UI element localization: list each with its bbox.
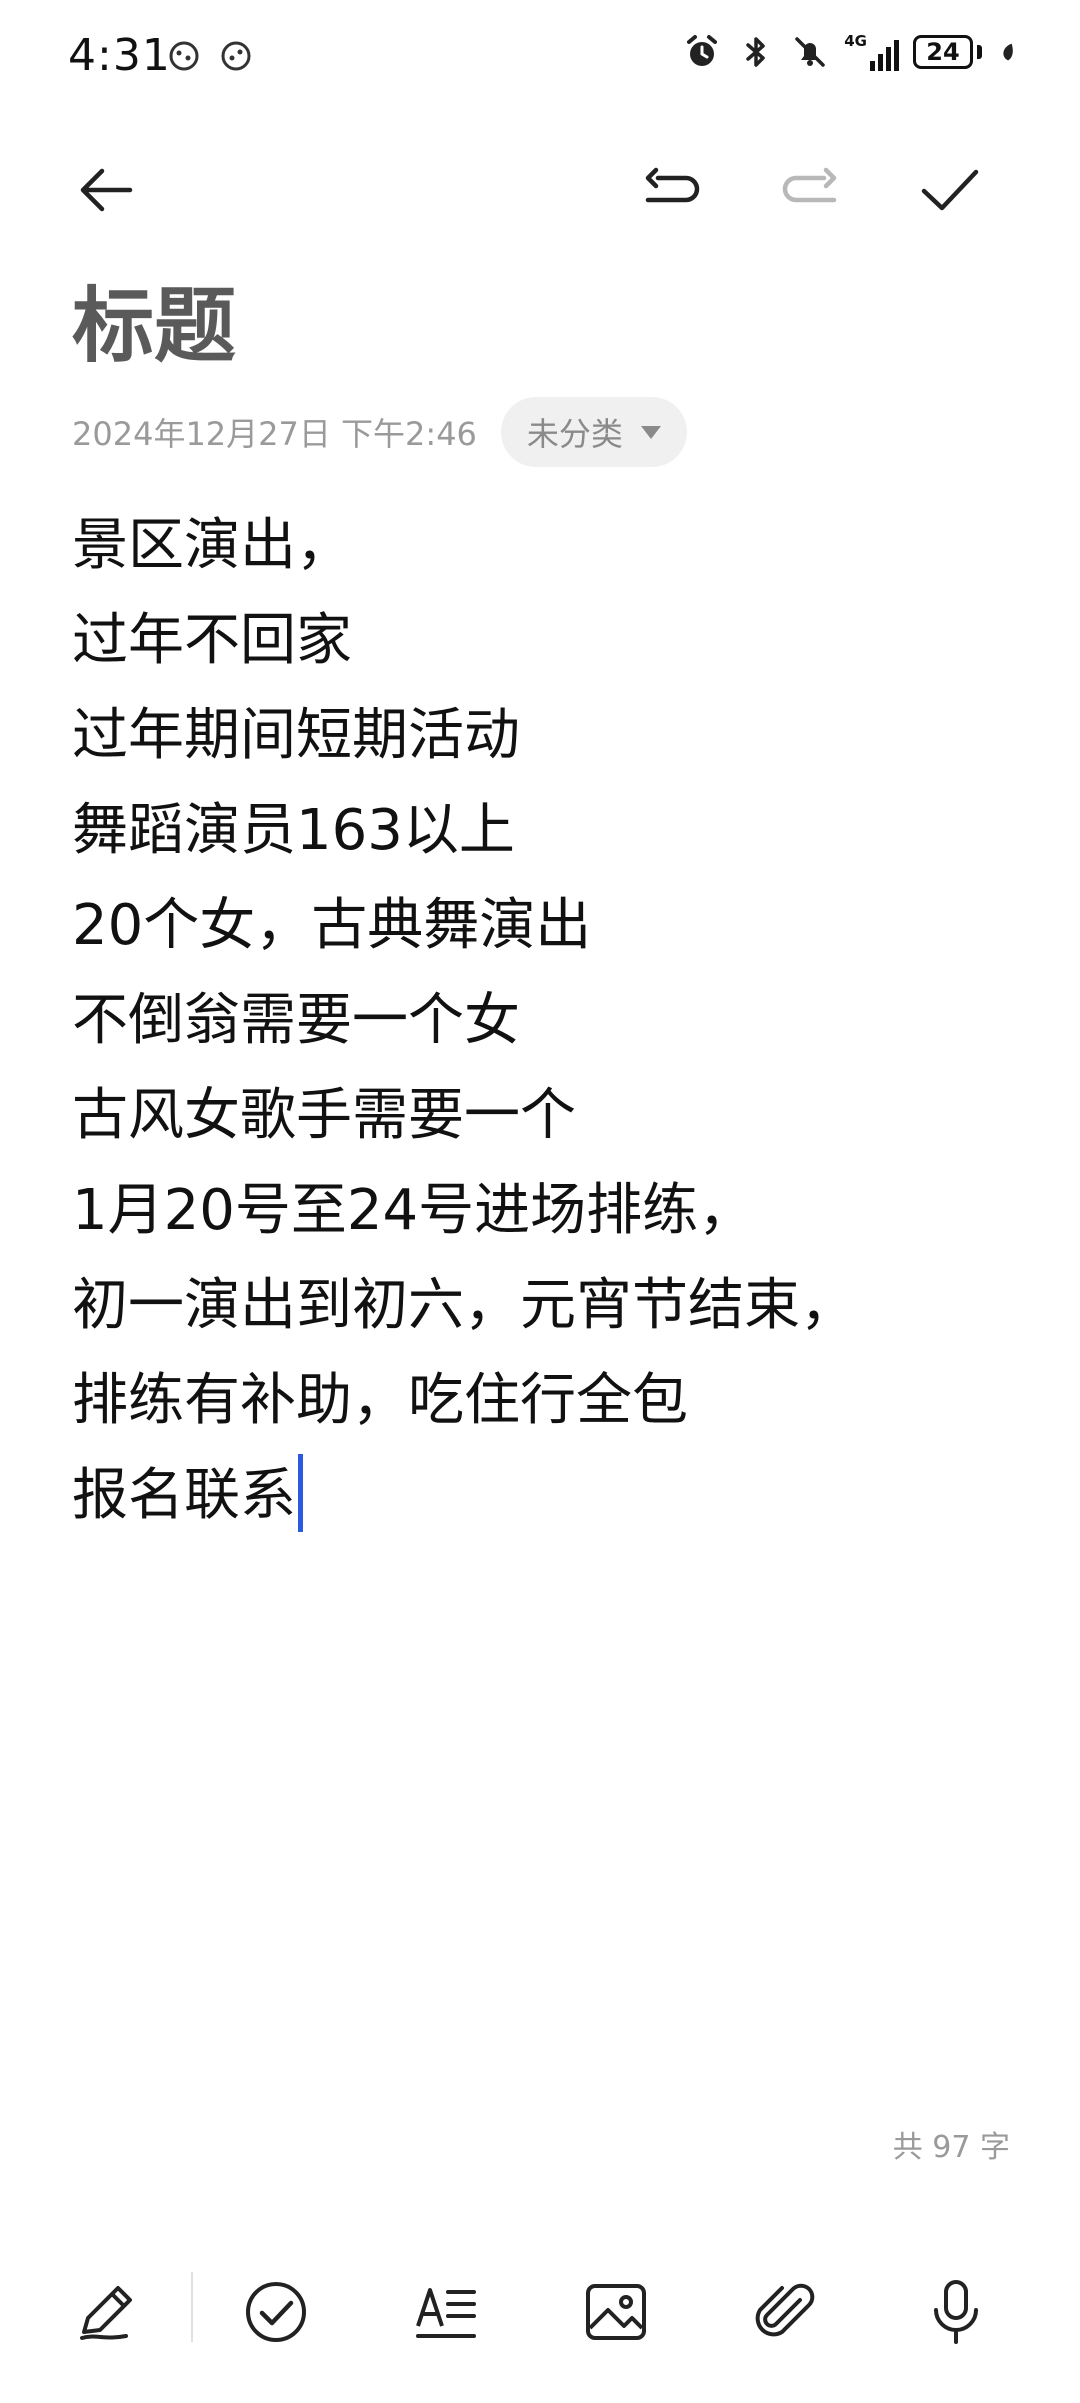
insert-image-button[interactable] — [566, 2262, 666, 2362]
checklist-icon — [246, 2282, 306, 2342]
redo-button[interactable] — [770, 150, 850, 230]
undo-button[interactable] — [632, 150, 712, 230]
signal-bar — [878, 54, 883, 71]
status-notification-icons — [164, 36, 256, 76]
redo-icon — [782, 167, 837, 203]
note-line: 景区演出， — [72, 513, 352, 578]
app-notification-icon — [221, 41, 251, 71]
attachment-icon — [755, 2283, 815, 2337]
handwriting-button[interactable] — [56, 2262, 156, 2362]
back-button[interactable] — [66, 150, 146, 230]
note-line-text: 报名联系 — [72, 1463, 296, 1528]
note-line: 20个女，古典舞演出 — [72, 893, 592, 958]
text-format-button[interactable] — [396, 2262, 496, 2362]
status-right-icons: 4G 24 — [682, 32, 1020, 72]
editor-action-bar — [0, 150, 1080, 240]
bluetooth-icon — [746, 37, 765, 67]
category-dropdown[interactable]: 未分类 — [500, 397, 687, 467]
category-label: 未分类 — [526, 415, 623, 453]
caret-down-icon — [640, 425, 661, 439]
battery-tip — [977, 45, 982, 59]
bottom-toolbar — [0, 2262, 1080, 2362]
signal-bar — [870, 61, 875, 71]
text-cursor — [298, 1453, 303, 1532]
app-notification-icon — [169, 41, 199, 71]
note-line: 舞蹈演员163以上 — [72, 798, 515, 863]
attachment-button[interactable] — [736, 2262, 836, 2362]
pen-icon — [80, 2286, 132, 2340]
cellular-signal: 4G — [844, 33, 899, 71]
microphone-icon — [934, 2280, 978, 2344]
checkmark-icon — [921, 169, 979, 211]
note-line: 过年期间短期活动 — [72, 703, 520, 768]
battery-indicator: 24 — [913, 35, 982, 69]
note-line-last: 报名联系 — [72, 1448, 1032, 1543]
status-bar: 4:31 4G 24 — [0, 0, 1080, 110]
undo-icon — [645, 167, 700, 203]
battery-level: 24 — [913, 35, 973, 69]
text-format-icon — [416, 2288, 476, 2338]
notes-editor-screen: 4:31 4G 24 标题 2024年12月27日 下午2:46 未分类 景区演… — [0, 0, 1080, 2403]
status-time: 4:31 — [68, 30, 171, 81]
note-meta-row: 2024年12月27日 下午2:46 未分类 — [72, 396, 687, 468]
checklist-button[interactable] — [226, 2262, 326, 2362]
note-line: 初一演出到初六，元宵节结束， — [72, 1273, 856, 1338]
signal-bar — [886, 47, 891, 71]
note-line: 1月20号至24号进场排练， — [72, 1178, 755, 1243]
note-line: 古风女歌手需要一个 — [72, 1083, 576, 1148]
alarm-icon — [687, 35, 718, 66]
arrow-left-icon — [80, 168, 133, 212]
network-type-label: 4G — [844, 32, 867, 50]
note-line: 不倒翁需要一个女 — [72, 988, 520, 1053]
mute-bell-icon — [795, 37, 825, 67]
note-line: 过年不回家 — [72, 608, 352, 673]
voice-input-button[interactable] — [906, 2262, 1006, 2362]
image-icon — [586, 2284, 646, 2340]
signal-bar — [894, 40, 899, 71]
note-body[interactable]: 景区演出， 过年不回家 过年期间短期活动 舞蹈演员163以上 20个女，古典舞演… — [72, 498, 1032, 1543]
note-title[interactable]: 标题 — [72, 272, 236, 382]
save-button[interactable] — [910, 150, 990, 230]
note-line: 排练有补助，吃住行全包 — [72, 1368, 688, 1433]
word-count: 共 97 字 — [892, 2130, 1010, 2165]
toolbar-divider — [191, 2272, 193, 2342]
note-date: 2024年12月27日 下午2:46 — [72, 415, 477, 453]
leaf-icon — [1003, 43, 1013, 61]
